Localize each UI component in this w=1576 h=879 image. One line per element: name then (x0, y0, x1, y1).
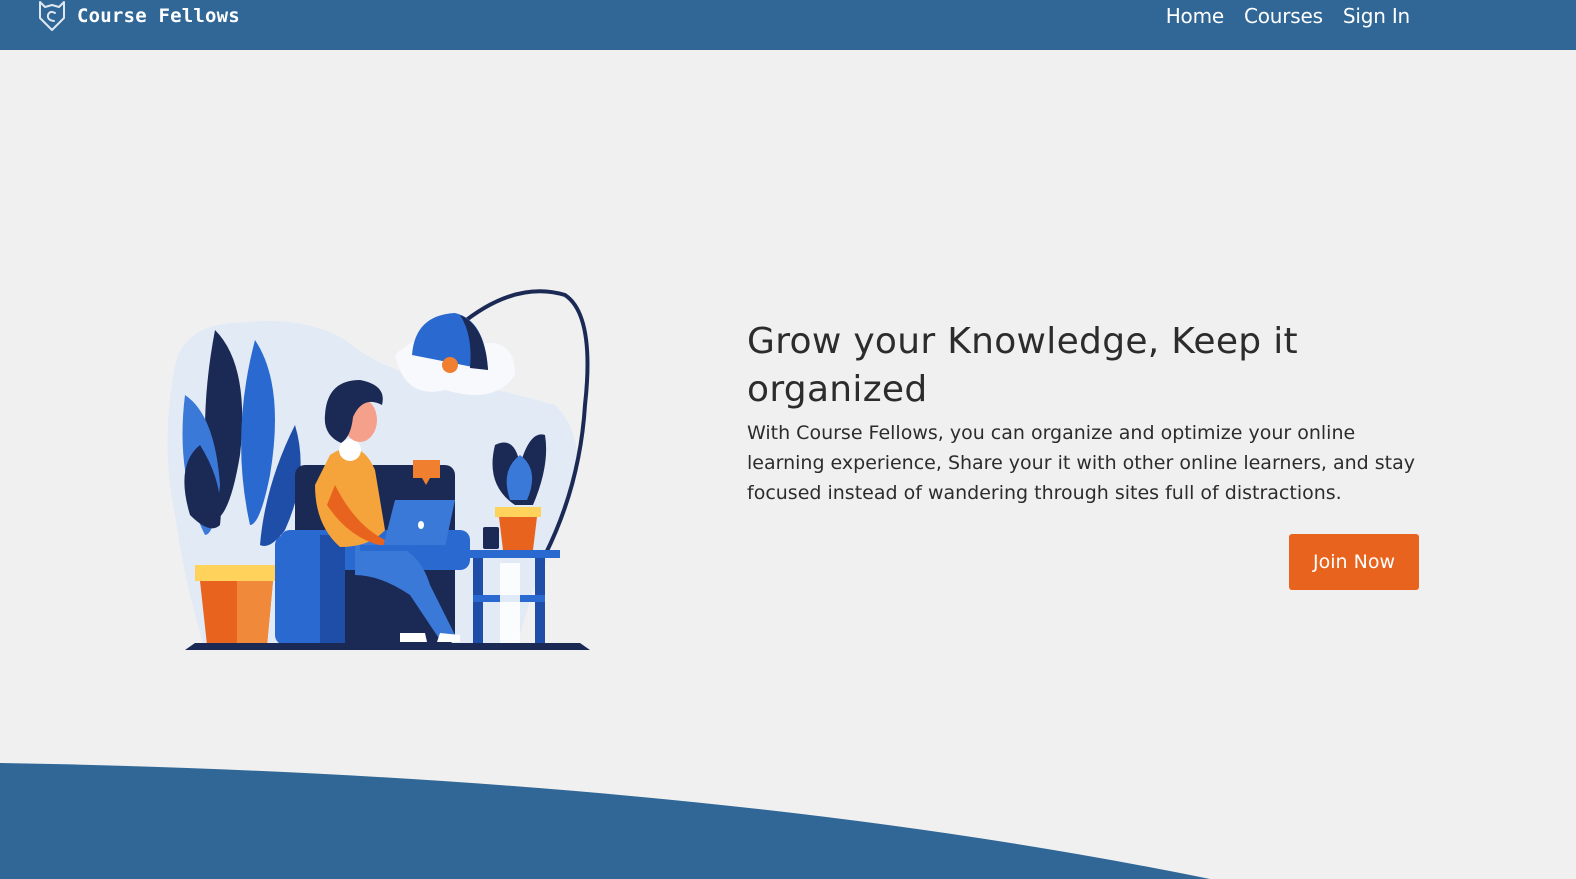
brand-link[interactable]: Course Fellows (36, 0, 240, 32)
mug (483, 527, 499, 549)
join-now-button[interactable]: Join Now (1289, 534, 1419, 590)
laptop-base (360, 545, 455, 551)
small-pot (499, 517, 537, 550)
small-pot-rim (495, 507, 541, 517)
hero-title: Grow your Knowledge, Keep it organized (747, 321, 1298, 410)
nav-sign-in-link[interactable]: Sign In (1343, 4, 1410, 28)
nav-courses-link[interactable]: Courses (1244, 4, 1323, 28)
fox-shield-logo-icon (39, 1, 65, 31)
footer-wave (0, 763, 1210, 879)
hero-description: With Course Fellows, you can organize an… (747, 422, 1415, 504)
brand-name: Course Fellows (77, 5, 240, 27)
big-pot-rim (195, 565, 277, 581)
chair-arm-shade (320, 535, 345, 645)
nav-home-link[interactable]: Home (1166, 4, 1224, 28)
hero-section: Grow your Knowledge, Keep it organized W… (747, 318, 1427, 508)
laptop-logo (418, 521, 424, 529)
lamp-bulb (442, 357, 458, 373)
person-collar (339, 439, 361, 461)
table-books (500, 563, 520, 643)
main-nav: Home Courses Sign In (1146, 0, 1410, 32)
floor (185, 643, 590, 650)
navbar: Course Fellows Home Courses Sign In (0, 0, 1576, 50)
big-pot-shade (237, 581, 273, 645)
table-top (460, 550, 560, 558)
hero-illustration (167, 289, 590, 650)
